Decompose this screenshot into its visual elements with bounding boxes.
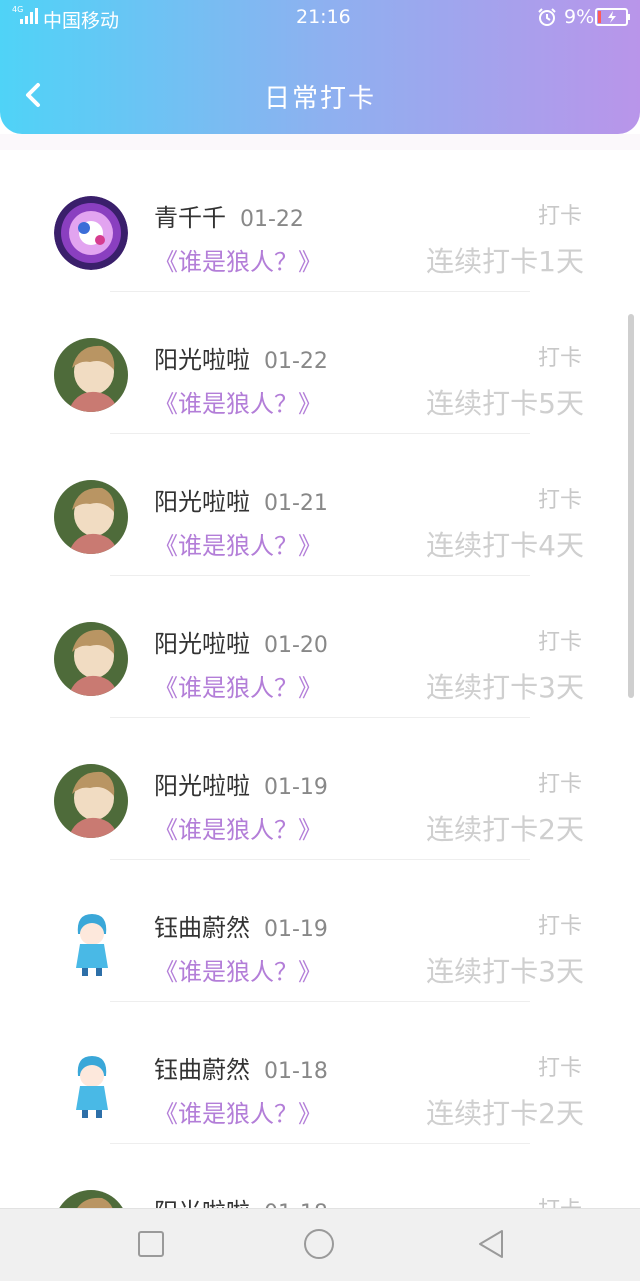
list-item[interactable]: 阳光啦啦01-18 打卡 [0,1144,640,1208]
checkin-date: 01-22 [240,207,304,232]
avatar[interactable] [54,338,128,412]
checkin-date: 01-18 [264,1201,328,1208]
streak-text: 连续打卡1天 [426,245,584,278]
status-time: 21:16 [296,6,351,28]
list-item[interactable]: 阳光啦啦 01-22 《谁是狼人？》 打卡 连续打卡5天 [0,292,640,434]
list-item[interactable]: 阳光啦啦 01-21 《谁是狼人？》 打卡 连续打卡4天 [0,434,640,576]
avatar-blond-boy-icon [54,480,128,554]
header-bar: 4G 中国移动 21:16 9% 日常打卡 [0,0,640,134]
home-button[interactable] [302,1227,336,1261]
list-item[interactable]: 阳光啦啦 01-20 《谁是狼人？》 打卡 连续打卡3天 [0,576,640,718]
book-title[interactable]: 《谁是狼人？》 [154,384,322,419]
checkin-label: 打卡 [537,488,582,513]
user-name: 阳光啦啦 01-22 [154,346,328,374]
avatar[interactable] [54,1190,128,1208]
scrollbar[interactable] [628,314,634,698]
network-type: 4G [12,5,23,14]
user-name: 阳光啦啦 01-19 [154,772,328,800]
avatar[interactable] [54,480,128,554]
user-name: 阳光啦啦 01-20 [154,630,328,658]
streak-text: 连续打卡3天 [426,955,584,988]
avatar-blond-boy-icon [54,338,128,412]
avatar[interactable] [54,622,128,696]
avatar-blue-chibi-icon [54,1048,128,1122]
signal-icon: 4G [12,5,38,24]
checkin-label: 打卡 [537,346,582,371]
streak-text: 连续打卡3天 [426,671,584,704]
book-title[interactable]: 《谁是狼人？》 [154,952,322,987]
checkin-list[interactable]: 青千千 01-22 《谁是狼人？》 打卡 连续打卡1天 阳光啦啦 01-22 《谁是… [0,150,640,1208]
list-item[interactable]: 青千千 01-22 《谁是狼人？》 打卡 连续打卡1天 [0,150,640,292]
streak-text: 连续打卡2天 [426,813,584,846]
user-name: 青千千 01-22 [154,204,304,232]
avatar-blond-boy-icon [54,622,128,696]
avatar[interactable] [54,764,128,838]
checkin-date: 01-19 [264,775,328,800]
checkin-label: 打卡 [537,204,582,229]
avatar[interactable] [54,196,128,270]
streak-text: 连续打卡2天 [426,1097,584,1130]
checkin-label: 打卡 [538,1192,582,1208]
checkin-date: 01-18 [264,1059,328,1084]
streak-text: 连续打卡4天 [426,529,584,562]
recent-apps-button[interactable] [134,1227,168,1261]
header-divider [0,134,640,150]
checkin-label: 打卡 [537,914,582,939]
user-name: 阳光啦啦 01-21 [154,488,328,516]
checkin-label: 打卡 [537,630,582,655]
alarm-icon [538,8,556,26]
nav-back-button[interactable] [474,1227,508,1261]
avatar[interactable] [54,906,128,980]
book-title[interactable]: 《谁是狼人？》 [154,242,322,277]
system-nav-bar [0,1208,640,1281]
user-name: 阳光啦啦01-18 [154,1192,328,1208]
status-bar: 4G 中国移动 21:16 9% [0,0,640,34]
avatar-blue-chibi-icon [54,906,128,980]
book-title[interactable]: 《谁是狼人？》 [154,810,322,845]
list-item[interactable]: 阳光啦啦 01-19 《谁是狼人？》 打卡 连续打卡2天 [0,718,640,860]
user-name: 钰曲蔚然 01-18 [154,1056,328,1084]
book-title[interactable]: 《谁是狼人？》 [154,1094,322,1129]
avatar-blond-boy-icon [54,764,128,838]
battery-percent: 9% [564,6,595,28]
list-item[interactable]: 钰曲蔚然 01-18 《谁是狼人？》 打卡 连续打卡2天 [0,1002,640,1144]
carrier-label: 中国移动 [43,10,120,32]
battery-icon [595,8,630,26]
book-title[interactable]: 《谁是狼人？》 [154,526,322,561]
avatar[interactable] [54,1048,128,1122]
checkin-date: 01-19 [264,917,328,942]
checkin-date: 01-22 [264,349,328,374]
page-title: 日常打卡 [263,84,376,114]
list-item[interactable]: 钰曲蔚然 01-19 《谁是狼人？》 打卡 连续打卡3天 [0,860,640,1002]
checkin-date: 01-21 [264,491,328,516]
user-name: 钰曲蔚然 01-19 [154,914,328,942]
avatar-purple-orb-icon [54,196,128,270]
checkin-date: 01-20 [264,633,328,658]
streak-text: 连续打卡5天 [426,387,584,420]
avatar-blond-boy-icon [54,1190,128,1208]
book-title[interactable]: 《谁是狼人？》 [154,668,322,703]
checkin-label: 打卡 [537,1056,582,1081]
checkin-label: 打卡 [537,772,582,797]
